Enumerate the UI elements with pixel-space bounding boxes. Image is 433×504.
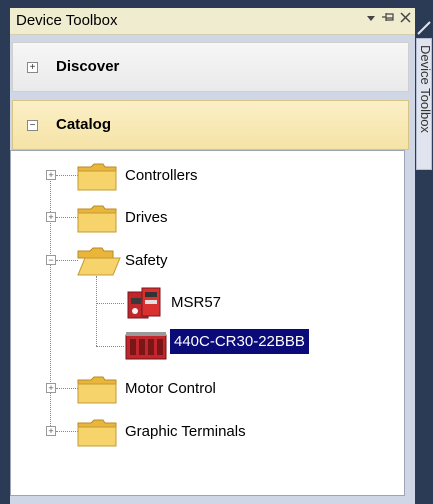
catalog-tree: + Controllers + Drives − Safety MSR57 44…	[10, 150, 405, 496]
title-bar-controls	[366, 11, 411, 26]
tree-branch-line	[56, 260, 78, 261]
tree-branch-line	[56, 175, 78, 176]
tree-item-graphic-terminals[interactable]: Graphic Terminals	[77, 415, 337, 449]
catalog-label: Catalog	[56, 116, 112, 133]
tree-branch-line	[56, 217, 78, 218]
tree-item-motor-control[interactable]: Motor Control	[77, 372, 317, 406]
side-tab-label: Device Toolbox	[418, 45, 433, 133]
left-border	[0, 0, 10, 504]
tree-item-label: Controllers	[125, 167, 198, 184]
folder-icon	[77, 376, 117, 404]
side-tab-strip: Device Toolbox	[415, 8, 433, 504]
collapse-icon[interactable]: −	[46, 255, 56, 265]
toolbox-title: Device Toolbox	[16, 12, 118, 29]
open-folder-icon	[77, 247, 121, 276]
expand-icon[interactable]: +	[46, 170, 56, 180]
collapse-icon[interactable]: −	[27, 120, 38, 131]
tree-item-drives[interactable]: Drives	[77, 201, 297, 235]
tree-item-label: Safety	[125, 252, 168, 269]
tree-item-controllers[interactable]: Controllers	[77, 159, 297, 193]
tree-branch-line	[56, 431, 78, 432]
expand-icon[interactable]: +	[46, 426, 56, 436]
tree-branch-line	[96, 346, 124, 347]
top-border	[0, 0, 433, 8]
toolbox-title-bar[interactable]: Device Toolbox	[10, 8, 415, 35]
folder-icon	[77, 205, 117, 233]
discover-section-header[interactable]: + Discover	[12, 42, 409, 92]
safety-relay-device-icon	[127, 287, 161, 319]
tree-item-label: Graphic Terminals	[125, 423, 246, 440]
tree-item-label: Motor Control	[125, 380, 216, 397]
tree-branch-line	[96, 303, 124, 304]
tree-branch-line	[56, 388, 78, 389]
expand-icon[interactable]: +	[46, 383, 56, 393]
tree-item-label-selected: 440C-CR30-22BBB	[170, 329, 309, 354]
expand-icon[interactable]: +	[46, 212, 56, 222]
tree-item-440c-cr30-22bbb[interactable]: 440C-CR30-22BBB	[124, 327, 324, 363]
tree-item-msr57[interactable]: MSR57	[124, 284, 304, 320]
device-toolbox-side-tab[interactable]: Device Toolbox	[416, 38, 433, 170]
tree-item-label: MSR57	[171, 294, 222, 311]
tab-corner-icon	[417, 21, 431, 35]
pin-icon[interactable]	[381, 11, 395, 26]
folder-icon	[77, 419, 117, 447]
tree-child-line	[96, 276, 97, 346]
safety-controller-device-icon	[125, 332, 167, 360]
catalog-section-header[interactable]: − Catalog	[12, 100, 409, 150]
folder-icon	[77, 163, 117, 191]
discover-label: Discover	[56, 58, 120, 75]
application-frame: Device Toolbox + Discover − Catalog + Co…	[0, 0, 433, 504]
chevron-down-icon[interactable]	[366, 11, 376, 26]
tree-item-label: Drives	[125, 209, 168, 226]
tree-item-safety[interactable]: Safety	[77, 244, 297, 278]
expand-icon[interactable]: +	[27, 62, 38, 73]
close-icon[interactable]	[400, 11, 411, 26]
